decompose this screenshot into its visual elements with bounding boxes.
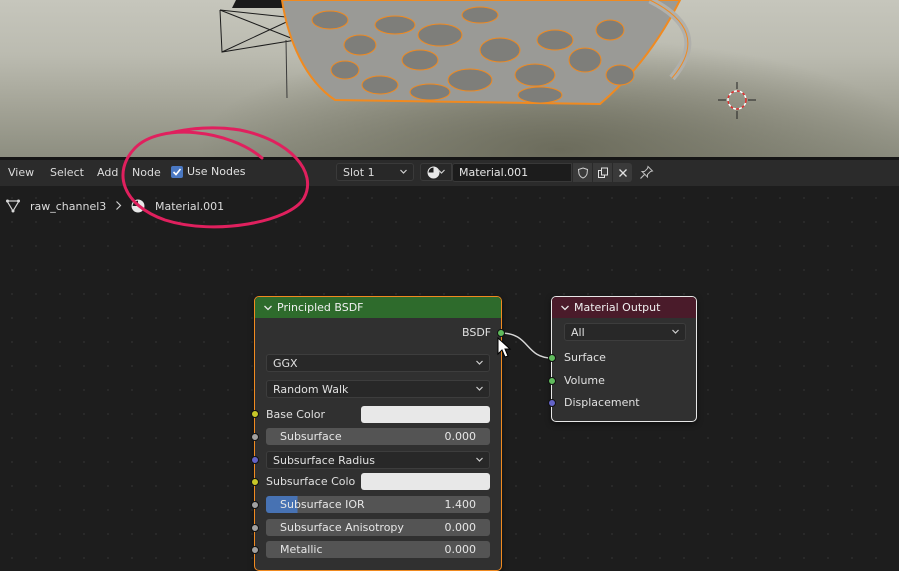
- chevron-down-icon: [476, 386, 483, 391]
- volume-input-label: Volume: [564, 374, 605, 387]
- subsurface-socket[interactable]: [251, 433, 259, 441]
- output-node-title: Material Output: [574, 301, 661, 314]
- output-target-value: All: [571, 325, 585, 339]
- metallic-label: Metallic: [280, 543, 323, 556]
- subsurface-method-dropdown[interactable]: Random Walk: [266, 380, 490, 398]
- chevron-down-icon: [476, 457, 483, 462]
- bsdf-output-label: BSDF: [462, 326, 492, 339]
- subsurface-value: 0.000: [444, 430, 477, 443]
- subsurface-anisotropy-label: Subsurface Anisotropy: [280, 521, 404, 534]
- surface-input-socket[interactable]: [548, 354, 556, 362]
- subsurface-ior-label: Subsurface IOR: [280, 498, 365, 511]
- chevron-down-icon: [476, 360, 483, 365]
- volume-input-socket[interactable]: [548, 377, 556, 385]
- output-node-header[interactable]: Material Output: [552, 297, 696, 318]
- displacement-input-socket[interactable]: [548, 399, 556, 407]
- principled-node-title: Principled BSDF: [277, 301, 364, 314]
- subsurface-radius-socket[interactable]: [251, 456, 259, 464]
- node-link: [500, 332, 553, 359]
- subsurface-ior-field[interactable]: Subsurface IOR 1.400: [266, 496, 490, 513]
- bsdf-output-socket[interactable]: [497, 329, 505, 337]
- subsurface-anisotropy-socket[interactable]: [251, 524, 259, 532]
- subsurface-ior-socket[interactable]: [251, 501, 259, 509]
- subsurface-color-socket[interactable]: [251, 478, 259, 486]
- surface-input-label: Surface: [564, 351, 606, 364]
- chevron-down-icon[interactable]: [560, 303, 570, 313]
- base-color-label: Base Color: [266, 408, 326, 421]
- subsurface-anisotropy-field[interactable]: Subsurface Anisotropy 0.000: [266, 519, 490, 536]
- subsurface-color-label: Subsurface Colo: [266, 475, 356, 488]
- subsurface-field[interactable]: Subsurface 0.000: [266, 428, 490, 445]
- principled-node-header[interactable]: Principled BSDF: [255, 297, 501, 318]
- subsurface-method-value: Random Walk: [273, 382, 349, 396]
- output-target-dropdown[interactable]: All: [564, 323, 686, 341]
- metallic-socket[interactable]: [251, 546, 259, 554]
- chevron-down-icon: [672, 329, 679, 334]
- base-color-socket[interactable]: [251, 410, 259, 418]
- subsurface-color-swatch[interactable]: [361, 473, 490, 490]
- subsurface-ior-value: 1.400: [444, 498, 477, 511]
- chevron-down-icon[interactable]: [263, 303, 273, 313]
- subsurface-radius-label: Subsurface Radius: [273, 453, 375, 467]
- subsurface-radius-dropdown[interactable]: Subsurface Radius: [266, 451, 490, 469]
- distribution-value: GGX: [273, 356, 298, 370]
- subsurface-label: Subsurface: [280, 430, 342, 443]
- metallic-field[interactable]: Metallic 0.000: [266, 541, 490, 558]
- subsurface-anisotropy-value: 0.000: [444, 521, 477, 534]
- base-color-swatch[interactable]: [361, 406, 490, 423]
- distribution-dropdown[interactable]: GGX: [266, 354, 490, 372]
- displacement-input-label: Displacement: [564, 396, 640, 409]
- metallic-value: 0.000: [444, 543, 477, 556]
